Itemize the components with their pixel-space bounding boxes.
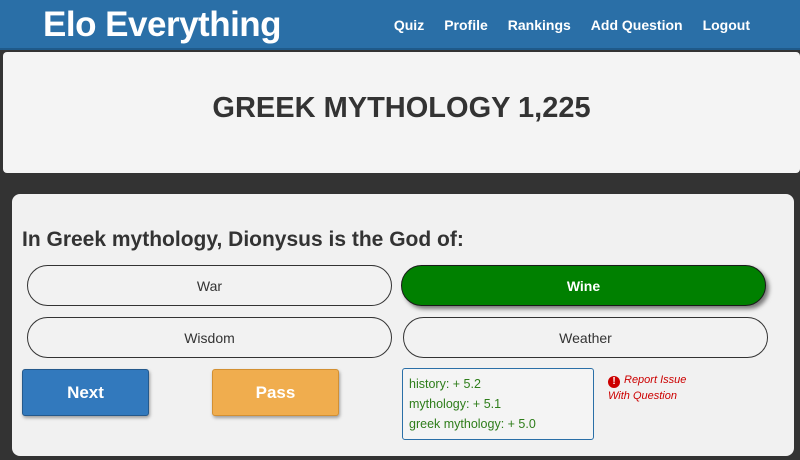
exclamation-circle-icon: ! (608, 376, 620, 388)
answer-weather-button[interactable]: Weather (403, 317, 768, 358)
score-change-history: history: + 5.2 (409, 377, 481, 391)
topic-header-panel: GREEK MYTHOLOGY 1,225 (3, 52, 800, 173)
nav-profile[interactable]: Profile (444, 17, 488, 33)
topic-title: GREEK MYTHOLOGY 1,225 (212, 92, 591, 124)
nav-links: Quiz Profile Rankings Add Question Logou… (394, 17, 750, 33)
quiz-panel: In Greek mythology, Dionysus is the God … (12, 194, 794, 456)
nav-quiz[interactable]: Quiz (394, 17, 424, 33)
question-text: In Greek mythology, Dionysus is the God … (22, 228, 464, 251)
answer-wisdom-button[interactable]: Wisdom (27, 317, 392, 358)
report-issue-line2: With Question (608, 390, 677, 402)
brand-logo[interactable]: Elo Everything (43, 5, 282, 45)
report-issue-line1: Report Issue (624, 374, 687, 386)
nav-add-question[interactable]: Add Question (591, 17, 683, 33)
score-change-greek-mythology: greek mythology: + 5.0 (409, 417, 536, 431)
answer-wine-button[interactable]: Wine (401, 265, 766, 306)
score-changes-box: history: + 5.2 mythology: + 5.1 greek my… (402, 368, 594, 440)
pass-button[interactable]: Pass (212, 369, 339, 416)
next-button[interactable]: Next (22, 369, 149, 416)
nav-logout[interactable]: Logout (703, 17, 750, 33)
answer-war-button[interactable]: War (27, 265, 392, 306)
navbar: Elo Everything Quiz Profile Rankings Add… (0, 0, 800, 50)
nav-rankings[interactable]: Rankings (508, 17, 571, 33)
score-change-mythology: mythology: + 5.1 (409, 397, 502, 411)
report-issue-link[interactable]: ! Report Issue With Question (608, 372, 718, 404)
